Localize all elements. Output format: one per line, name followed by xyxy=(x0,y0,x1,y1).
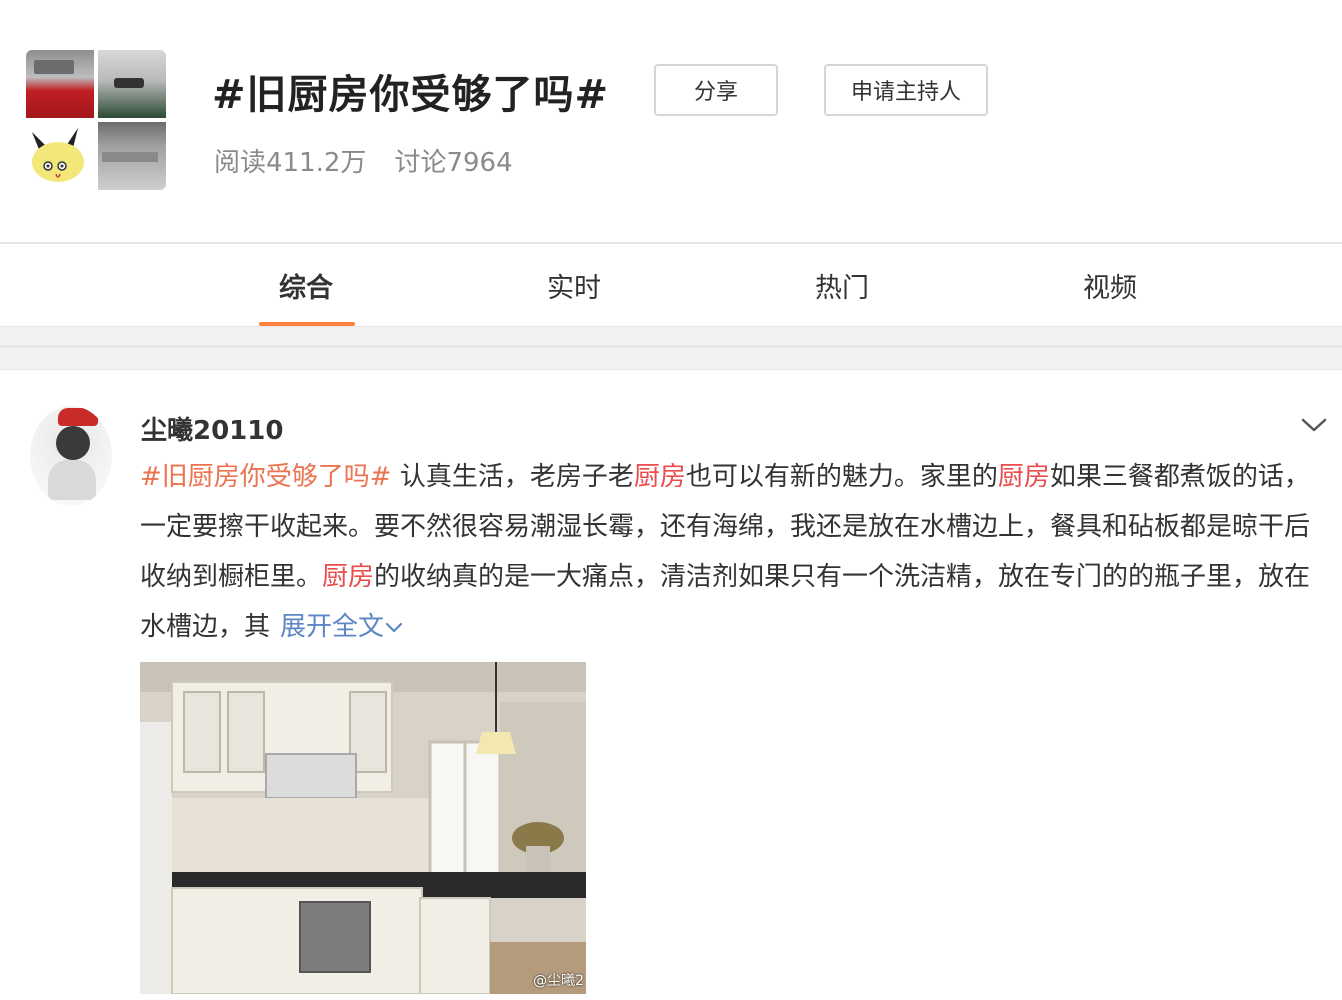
cover-image-cartoon xyxy=(26,122,94,190)
tab-bar: 综合 实时 热门 视频 xyxy=(0,242,1342,326)
discussion-count: 讨论7964 xyxy=(394,148,513,178)
share-button[interactable]: 分享 xyxy=(654,64,778,116)
keyword-highlight: 厨房 xyxy=(633,462,686,492)
apply-host-button[interactable]: 申请主持人 xyxy=(824,64,988,116)
keyword-highlight: 厨房 xyxy=(322,562,375,592)
image-watermark: @尘曦2 xyxy=(533,973,584,989)
tab-hot[interactable]: 热门 xyxy=(815,266,869,305)
chevron-down-icon[interactable] xyxy=(1300,416,1328,434)
keyword-highlight: 厨房 xyxy=(997,462,1050,492)
topic-cover-collage xyxy=(26,50,166,190)
post-username[interactable]: 尘曦20110 xyxy=(141,410,283,447)
cover-image-kitchen-1 xyxy=(26,50,94,118)
cover-image-kitchen-2 xyxy=(98,50,166,118)
chevron-down-icon xyxy=(385,622,403,633)
post-hashtag-link[interactable]: #旧厨房你受够了吗# xyxy=(140,462,392,492)
avatar[interactable] xyxy=(30,406,112,506)
topic-header: #旧厨房你受够了吗# 阅读411.2万 讨论7964 分享 申请主持人 xyxy=(0,0,1342,242)
post-image[interactable]: @尘曦2 xyxy=(140,662,586,994)
feed-post: 尘曦20110 #旧厨房你受够了吗# 认真生活，老房子老厨房也可以有新的魅力。家… xyxy=(0,370,1342,1000)
section-divider xyxy=(0,326,1342,370)
read-count: 阅读411.2万 xyxy=(214,148,367,178)
topic-title: #旧厨房你受够了吗# xyxy=(212,72,610,118)
tab-realtime[interactable]: 实时 xyxy=(547,266,601,305)
expand-full-text-link[interactable]: 展开全文 xyxy=(280,612,404,642)
cover-image-kitchen-3 xyxy=(98,122,166,190)
topic-stats: 阅读411.2万 讨论7964 xyxy=(214,142,513,179)
tab-comprehensive[interactable]: 综合 xyxy=(279,266,333,305)
tab-video[interactable]: 视频 xyxy=(1083,266,1137,305)
post-text: #旧厨房你受够了吗# 认真生活，老房子老厨房也可以有新的魅力。家里的厨房如果三餐… xyxy=(140,462,1311,642)
